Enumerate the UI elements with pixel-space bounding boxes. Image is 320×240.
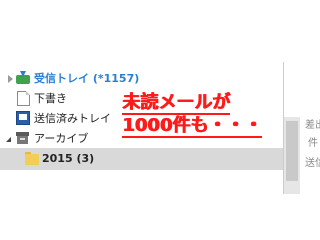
- draft-icon: [17, 91, 30, 106]
- reading-pane-sent-label: 送信: [305, 158, 320, 169]
- folder-label-archive: アーカイブ: [34, 132, 89, 145]
- collapse-arrow-icon[interactable]: [6, 137, 11, 142]
- annotation-overlay: 未読メールが 1000件も・・・: [122, 92, 263, 138]
- folder-label-inbox: 受信トレイ (*1157): [34, 72, 140, 85]
- folder-label-sent: 送信済みトレイ: [34, 112, 111, 125]
- reading-pane: 差出 件 送信: [284, 62, 320, 194]
- folder-item-inbox[interactable]: 受信トレイ (*1157): [0, 68, 283, 90]
- folder-item-2015[interactable]: 2015 (3): [0, 148, 283, 170]
- annotation-line-1: 未読メールが: [122, 92, 230, 115]
- reading-pane-subject-label: 件: [308, 138, 318, 149]
- folder-icon: [25, 151, 39, 165]
- reading-pane-from-label: 差出: [305, 120, 320, 131]
- folder-label-drafts: 下書き: [34, 92, 67, 105]
- scrollbar-thumb[interactable]: [286, 121, 298, 181]
- archive-icon: [16, 131, 30, 145]
- scrollbar[interactable]: [284, 117, 300, 194]
- annotation-line-2: 1000件も・・・: [122, 115, 263, 138]
- folder-label-2015: 2015 (3): [42, 152, 95, 165]
- sent-icon: [16, 111, 30, 125]
- inbox-icon: [16, 71, 30, 85]
- mail-client-window: 受信トレイ (*1157) 下書き 送信済みトレイ アーカイブ 2015 (3): [0, 62, 320, 194]
- expand-arrow-icon[interactable]: [8, 75, 13, 83]
